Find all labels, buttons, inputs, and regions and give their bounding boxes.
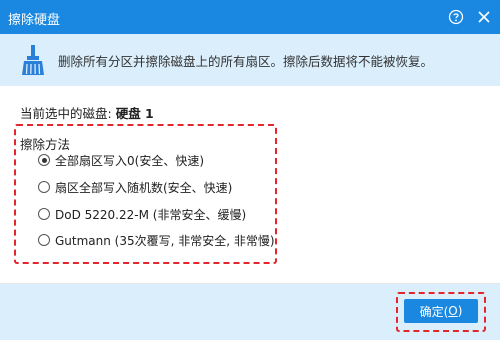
wipe-option-zero[interactable]: 全部扇区写入0(安全、快速) — [38, 151, 204, 169]
ok-button-text: 确定( — [419, 304, 449, 319]
wipe-option-label: 扇区全部写入随机数(安全、快速) — [55, 180, 233, 195]
banner-message: 删除所有分区并擦除磁盘上的所有扇区。擦除后数据将不能被恢复。 — [58, 54, 434, 69]
selected-disk-value: 硬盘 1 — [115, 106, 154, 121]
selected-disk-info: 当前选中的磁盘: 硬盘 1 — [20, 103, 154, 122]
wipe-option-label: DoD 5220.22-M (非常安全、缓慢) — [55, 207, 247, 222]
wipe-option-dod[interactable]: DoD 5220.22-M (非常安全、缓慢) — [38, 205, 246, 223]
wipe-option-gutmann[interactable]: Gutmann (35次覆写, 非常安全, 非常慢) — [38, 231, 275, 249]
wipe-option-random[interactable]: 扇区全部写入随机数(安全、快速) — [38, 178, 232, 196]
window-title: 擦除硬盘 — [8, 13, 61, 28]
help-button[interactable] — [444, 5, 468, 29]
selected-disk-label: 当前选中的磁盘: — [20, 106, 112, 121]
ok-button[interactable]: 确定(O) — [404, 299, 478, 323]
ok-button-mnemonic: O — [448, 304, 458, 318]
wipe-option-label: 全部扇区写入0(安全、快速) — [55, 153, 204, 168]
radio-dod[interactable] — [38, 208, 50, 220]
close-button[interactable] — [472, 5, 496, 29]
close-icon — [478, 11, 490, 23]
radio-gutmann[interactable] — [38, 234, 50, 246]
title-bar: 擦除硬盘 — [0, 0, 500, 34]
radio-random[interactable] — [38, 181, 50, 193]
wipe-option-label: Gutmann (35次覆写, 非常安全, 非常慢) — [55, 233, 275, 248]
info-banner: 删除所有分区并擦除磁盘上的所有扇区。擦除后数据将不能被恢复。 — [0, 34, 500, 86]
broom-icon — [22, 45, 44, 75]
radio-zero[interactable] — [38, 154, 50, 166]
ok-button-suffix: ) — [457, 304, 463, 318]
help-circle-icon — [448, 9, 464, 25]
